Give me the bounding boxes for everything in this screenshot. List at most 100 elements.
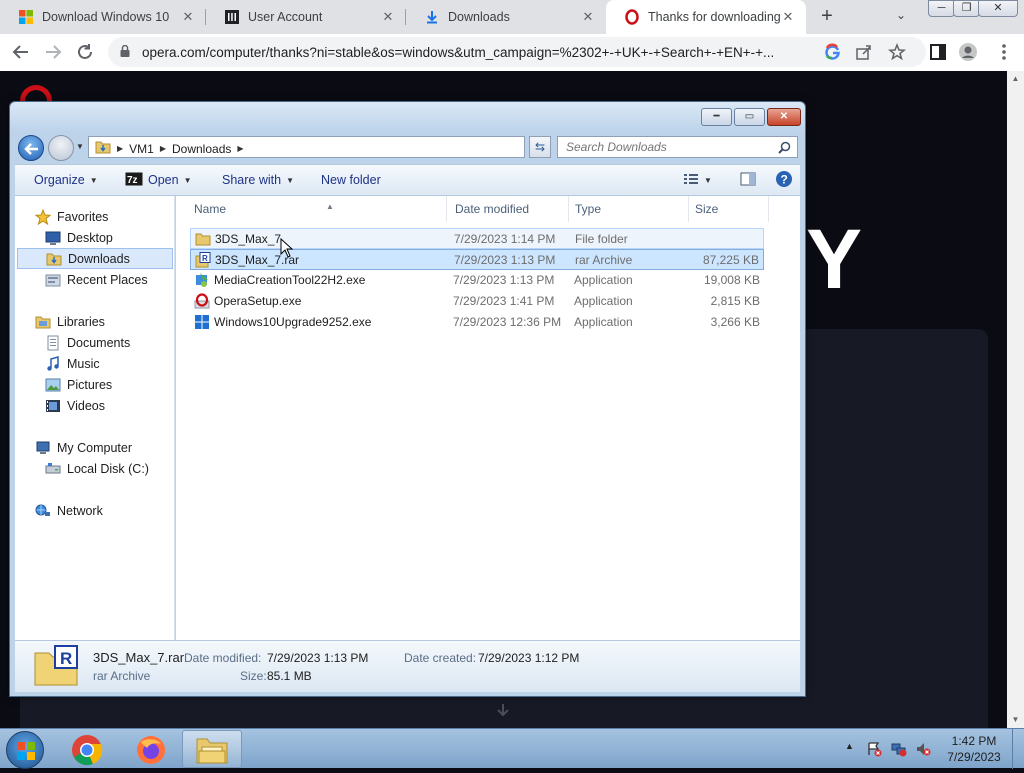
window-restore-button[interactable]: ❐	[953, 0, 980, 17]
column-header-size[interactable]: Size	[689, 196, 769, 222]
network-status-icon[interactable]	[891, 741, 907, 757]
profile-avatar-icon[interactable]	[958, 42, 978, 62]
address-bar[interactable]: opera.com/computer/thanks?ni=stable&os=w…	[108, 37, 926, 67]
explorer-minimize-button[interactable]: ━	[701, 108, 732, 126]
nav-item-my-computer[interactable]: My Computer	[35, 437, 132, 458]
svg-text:7z: 7z	[127, 175, 138, 186]
system-clock[interactable]: 1:42 PM 7/29/2023	[938, 733, 1010, 765]
column-header-name[interactable]: Name ▲	[188, 196, 447, 222]
file-date: 7/29/2023 12:36 PM	[453, 315, 562, 329]
file-row[interactable]: MediaCreationTool22H2.exe 7/29/2023 1:13…	[190, 270, 764, 291]
view-options-button[interactable]: ▼	[677, 165, 718, 195]
tab-downloads[interactable]: Downloads ✕	[406, 0, 606, 34]
taskbar-explorer[interactable]	[182, 730, 242, 768]
explorer-icon	[195, 735, 229, 768]
nav-label: Documents	[67, 335, 131, 350]
star-icon	[34, 208, 52, 225]
scroll-down-arrow-icon[interactable]: ▼	[1007, 712, 1024, 728]
url-text[interactable]: opera.com/computer/thanks?ni=stable&os=w…	[142, 45, 822, 60]
volume-muted-icon[interactable]	[915, 741, 931, 757]
details-filetype: rar Archive	[93, 669, 151, 683]
organize-button[interactable]: Organize ▼	[28, 165, 104, 195]
nav-label: Recent Places	[67, 272, 148, 287]
tab-user-account[interactable]: User Account ✕	[206, 0, 406, 34]
breadcrumb-downloads[interactable]: Downloads	[172, 142, 231, 156]
search-icon[interactable]	[778, 141, 791, 154]
nav-item-local-disk[interactable]: Local Disk (C:)	[45, 458, 149, 479]
explorer-maximize-button[interactable]: ▭	[734, 108, 765, 126]
nav-item-music[interactable]: Music	[45, 353, 100, 374]
new-tab-button[interactable]: +	[816, 6, 838, 28]
show-desktop-button[interactable]	[1012, 729, 1024, 769]
recent-pages-chevron-icon[interactable]: ▼	[76, 142, 84, 151]
column-header-date[interactable]: Date modified	[449, 196, 569, 222]
breadcrumb-vm1[interactable]: VM1	[129, 142, 154, 156]
window-close-button[interactable]: ✕	[978, 0, 1018, 17]
file-row[interactable]: 3DS_Max_7 7/29/2023 1:14 PM File folder	[190, 228, 764, 249]
new-folder-button[interactable]: New folder	[315, 165, 387, 195]
taskbar-firefox[interactable]	[120, 730, 180, 768]
explorer-close-button[interactable]: ✕	[767, 108, 801, 126]
file-row[interactable]: R 3DS_Max_7.rar 7/29/2023 1:13 PM rar Ar…	[190, 249, 764, 270]
file-size: 19,008 KB	[703, 273, 760, 287]
nav-label: Libraries	[57, 314, 105, 329]
page-scrollbar[interactable]: ▲ ▼	[1007, 71, 1024, 728]
bookmark-star-icon[interactable]	[888, 42, 906, 61]
chevron-down-icon: ▼	[286, 175, 294, 185]
nav-item-documents[interactable]: Documents	[45, 332, 130, 353]
file-row[interactable]: OperaSetup.exe 7/29/2023 1:41 PM Applica…	[190, 291, 764, 312]
kebab-menu-icon[interactable]	[994, 42, 1014, 62]
nav-item-downloads[interactable]: Downloads	[17, 248, 173, 269]
help-button[interactable]: ?	[769, 165, 799, 195]
side-panel-icon[interactable]	[928, 42, 948, 62]
window-minimize-button[interactable]: ─	[928, 0, 955, 17]
explorer-back-button[interactable]	[18, 135, 44, 161]
tab-search-chevron-icon[interactable]: ⌄	[896, 8, 906, 22]
action-center-warning-icon[interactable]	[866, 741, 882, 757]
open-button[interactable]: 7z Open ▼	[119, 165, 198, 195]
tab-thanks-for-downloading[interactable]: Thanks for downloading ✕	[606, 0, 806, 34]
breadcrumb-separator[interactable]: ▶	[160, 144, 166, 153]
back-arrow-icon[interactable]	[10, 41, 32, 63]
file-row[interactable]: Windows10Upgrade9252.exe 7/29/2023 12:36…	[190, 312, 764, 333]
tab-download-windows[interactable]: Download Windows 10 ✕	[0, 0, 206, 34]
tab-close-icon[interactable]: ✕	[780, 9, 796, 25]
search-input[interactable]	[564, 138, 774, 156]
taskbar-chrome[interactable]	[56, 730, 116, 768]
nav-item-libraries[interactable]: Libraries	[35, 311, 105, 332]
share-with-button[interactable]: Share with ▼	[216, 165, 300, 195]
start-button[interactable]	[6, 731, 44, 769]
details-date-modified-label: Date modified:	[184, 651, 262, 665]
tab-close-icon[interactable]: ✕	[580, 9, 596, 25]
new-folder-label: New folder	[321, 173, 381, 187]
opera-setup-icon	[194, 293, 210, 309]
tab-close-icon[interactable]: ✕	[380, 9, 396, 25]
nav-item-favorites[interactable]: Favorites	[34, 206, 108, 227]
preview-pane-button[interactable]	[734, 165, 762, 195]
refresh-icon[interactable]: ⇆	[529, 136, 551, 158]
share-icon[interactable]	[855, 43, 873, 61]
breadcrumb-separator[interactable]: ▶	[117, 144, 123, 153]
explorer-titlebar[interactable]: ━ ▭ ✕	[10, 102, 805, 132]
svg-text:?: ?	[781, 172, 788, 186]
navigation-pane: Favorites Desktop Downloads Recent Place…	[15, 196, 175, 640]
explorer-forward-button[interactable]	[48, 135, 74, 161]
nav-item-videos[interactable]: Videos	[45, 395, 105, 416]
explorer-address-bar[interactable]: ▶ VM1 ▶ Downloads ▶ ▼	[88, 136, 594, 158]
reload-icon[interactable]	[74, 41, 96, 63]
nav-item-desktop[interactable]: Desktop	[45, 227, 113, 248]
scroll-up-arrow-icon[interactable]: ▲	[1007, 71, 1024, 87]
file-name: OperaSetup.exe	[214, 294, 302, 308]
details-pane: R 3DS_Max_7.rar rar Archive Date modifie…	[15, 640, 800, 692]
nav-item-pictures[interactable]: Pictures	[45, 374, 112, 395]
forward-arrow-icon[interactable]	[42, 41, 64, 63]
nav-item-recent-places[interactable]: Recent Places	[45, 269, 148, 290]
tab-close-icon[interactable]: ✕	[180, 9, 196, 25]
help-icon: ?	[775, 170, 793, 191]
tray-overflow-chevron-icon[interactable]: ▲	[845, 741, 854, 751]
nav-item-network[interactable]: Network	[35, 500, 103, 521]
search-box[interactable]	[557, 136, 798, 158]
google-lens-icon[interactable]	[824, 43, 842, 61]
column-header-type[interactable]: Type	[569, 196, 689, 222]
breadcrumb-separator[interactable]: ▶	[237, 144, 243, 153]
